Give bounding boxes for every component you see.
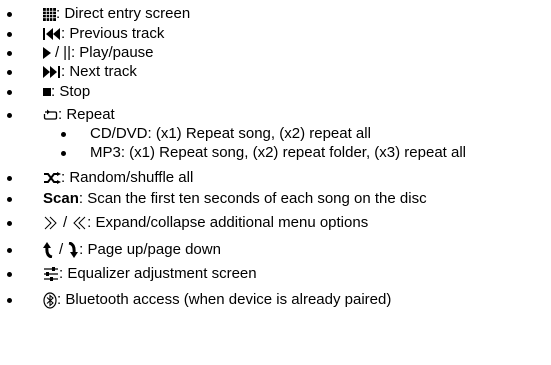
repeat-icon [43,109,58,120]
item-text: : Scan the first ten seconds of each son… [78,190,427,207]
equalizer-icon [44,267,58,281]
page-down-arrow-icon [68,242,79,258]
item-text: : Page up/page down [79,241,221,258]
bluetooth-icon [43,291,57,309]
bullet [61,132,66,137]
bullet [7,272,12,277]
bullet [7,113,12,118]
keypad-grid-icon [43,7,56,21]
bullet [7,221,12,226]
bullet [7,197,12,202]
item-text: : Equalizer adjustment screen [59,265,257,282]
pause-glyph: || [63,44,71,61]
item-text: : Play/pause [70,44,154,61]
bullet [7,70,12,75]
scan-label: Scan [43,190,79,207]
bullet [7,90,12,95]
shuffle-icon [44,172,61,184]
stop-icon [43,88,51,96]
bullet [7,51,12,56]
next-track-icon [43,66,60,78]
separator: / [55,44,60,61]
bullet [7,32,12,37]
bullet [7,176,12,181]
item-text: : Stop [51,83,91,100]
item-text: MP3: (x1) Repeat song, (x2) repeat folde… [90,144,467,161]
item-text: : Repeat [58,106,115,123]
item-text: : Random/shuffle all [61,169,194,186]
page-up-arrow-icon [43,242,53,258]
previous-track-icon [43,28,60,40]
item-text: CD/DVD: (x1) Repeat song, (x2) repeat al… [90,125,371,142]
collapse-chevrons-icon [73,216,86,230]
play-icon [43,47,51,59]
bullet [7,12,12,17]
item-text: : Bluetooth access (when device is alrea… [57,291,392,308]
separator: / [63,214,68,231]
item-text: : Direct entry screen [56,5,191,22]
item-text: : Next track [61,63,137,80]
bullet [7,248,12,253]
item-text: : Expand/collapse additional menu option… [87,214,369,231]
item-text: : Previous track [61,25,165,42]
bullet [7,298,12,303]
bullet [61,151,66,156]
separator: / [59,241,64,258]
expand-chevrons-icon [44,216,57,230]
